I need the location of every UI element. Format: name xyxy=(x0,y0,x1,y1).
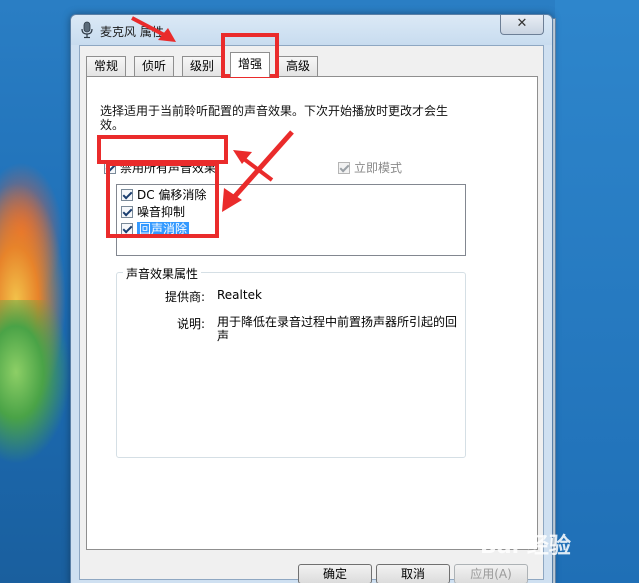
annotation-arrow-to-title xyxy=(131,16,176,42)
watermark-text: Bai 经验 xyxy=(480,534,571,559)
baidu-watermark: Bai 经验 xyxy=(470,508,630,578)
annotation-arrow-to-effects xyxy=(222,130,294,212)
annotation-arrows xyxy=(131,16,294,212)
tab-enhancements[interactable]: 增强 xyxy=(230,52,271,77)
